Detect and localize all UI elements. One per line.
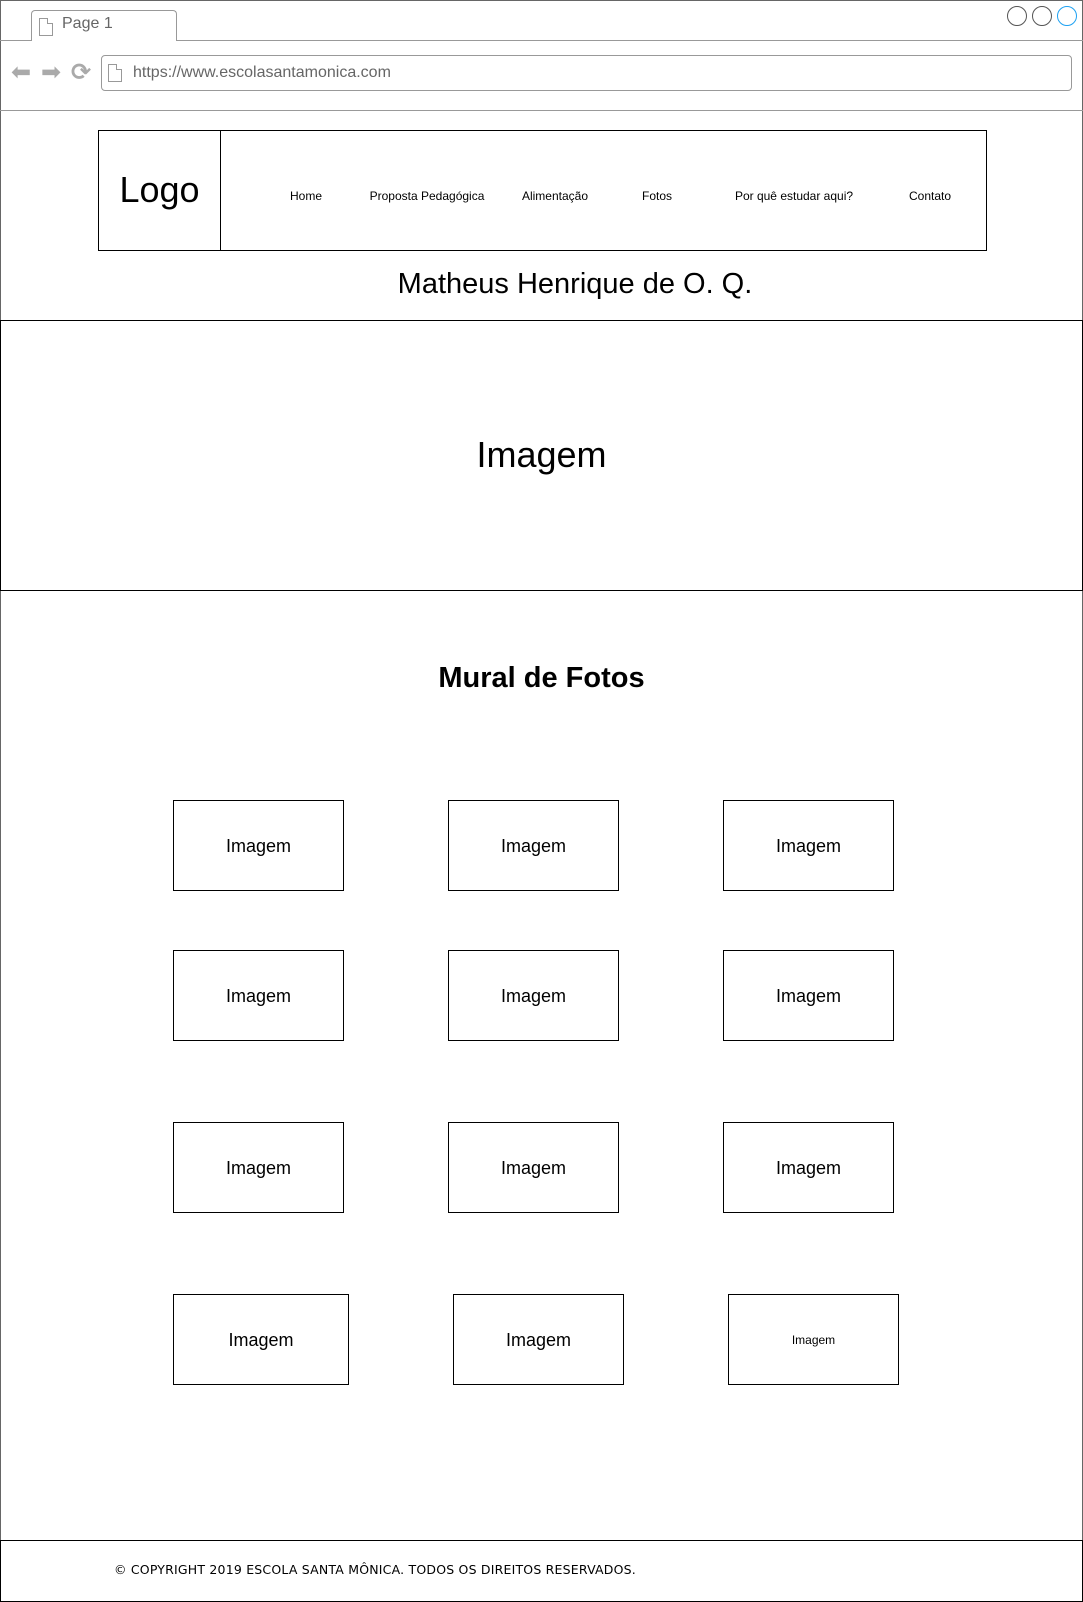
gallery-photo-label: Imagem xyxy=(500,835,567,856)
gallery-photo[interactable]: Imagem xyxy=(723,800,894,891)
gallery-photo-label: Imagem xyxy=(225,835,292,856)
hero-image-label: Imagem xyxy=(476,434,607,475)
gallery-photo-label: Imagem xyxy=(225,985,292,1006)
window-maximize-button[interactable] xyxy=(1032,6,1052,26)
forward-arrow-icon[interactable]: ➡ xyxy=(41,61,61,85)
gallery-photo[interactable]: Imagem xyxy=(173,800,344,891)
back-arrow-icon[interactable]: ⬅ xyxy=(11,61,31,85)
menu-item-contato[interactable]: Contato xyxy=(900,188,960,204)
gallery-photo-label: Imagem xyxy=(505,1329,572,1350)
gallery-photo[interactable]: Imagem xyxy=(448,1122,619,1213)
gallery-photo[interactable]: Imagem xyxy=(448,950,619,1041)
gallery-photo[interactable]: Imagem xyxy=(173,1122,344,1213)
gallery-photo[interactable]: Imagem xyxy=(173,950,344,1041)
menu-item-fotos[interactable]: Fotos xyxy=(627,188,687,204)
tab-label: Page 1 xyxy=(62,15,113,32)
gallery-photo[interactable]: Imagem xyxy=(723,1122,894,1213)
url-page-icon xyxy=(108,64,122,82)
chrome-divider xyxy=(0,110,1083,111)
gallery-photo[interactable]: Imagem xyxy=(723,950,894,1041)
menu-item-alimentacao[interactable]: Alimentação xyxy=(510,188,600,204)
tab-page-icon xyxy=(39,18,53,36)
author-name: Matheus Henrique de O. Q. xyxy=(397,268,753,300)
address-bar-url[interactable]: https://www.escolasantamonica.com xyxy=(133,63,391,83)
window-close-button[interactable] xyxy=(1057,6,1077,26)
gallery-photo-label: Imagem xyxy=(775,1157,842,1178)
window-minimize-button[interactable] xyxy=(1007,6,1027,26)
logo: Logo xyxy=(119,169,200,210)
menu-item-proposta-pedagogica[interactable]: Proposta Pedagógica xyxy=(362,188,492,204)
gallery-title: Mural de Fotos xyxy=(438,662,645,694)
gallery-photo[interactable]: Imagem xyxy=(173,1294,349,1385)
gallery-photo-label: Imagem xyxy=(228,1329,294,1350)
gallery-photo-label: Imagem xyxy=(775,835,842,856)
gallery-photo-label: Imagem xyxy=(775,985,842,1006)
gallery-photo[interactable]: Imagem xyxy=(728,1294,899,1385)
gallery-photo-label: Imagem xyxy=(500,1157,567,1178)
gallery-photo[interactable]: Imagem xyxy=(453,1294,624,1385)
reload-icon[interactable]: ⟳ xyxy=(71,61,91,85)
gallery-photo[interactable]: Imagem xyxy=(448,800,619,891)
gallery-photo-label: Imagem xyxy=(225,1157,292,1178)
menu-item-home[interactable]: Home xyxy=(271,188,341,204)
menu-item-por-que-estudar-aqui[interactable]: Por quê estudar aqui? xyxy=(724,188,864,204)
gallery-photo-label: Imagem xyxy=(791,1332,836,1347)
footer-copyright: © COPYRIGHT 2019 ESCOLA SANTA MÔNICA. TO… xyxy=(114,1562,636,1577)
gallery-photo-label: Imagem xyxy=(500,985,567,1006)
